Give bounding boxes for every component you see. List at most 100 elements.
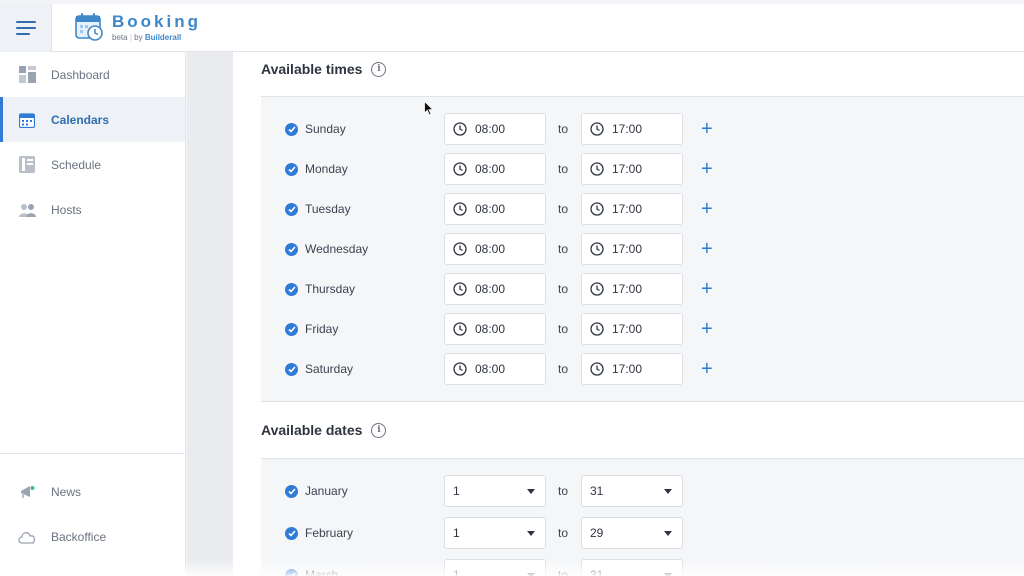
end-time-input[interactable]: 17:00 xyxy=(581,233,683,265)
start-time-input[interactable]: 08:00 xyxy=(444,233,546,265)
end-time-input[interactable]: 17:00 xyxy=(581,273,683,305)
add-time-button[interactable]: + xyxy=(701,159,713,179)
end-time-input[interactable]: 17:00 xyxy=(581,313,683,345)
booking-logo-icon xyxy=(75,13,103,41)
start-time-input[interactable]: 08:00 xyxy=(444,313,546,345)
sidebar-item-label: Backoffice xyxy=(51,529,107,544)
day-label: Saturday xyxy=(305,362,354,376)
date-row: January 1 to 31 xyxy=(285,475,735,507)
time-row: Sunday 08:00 to 17:00 + xyxy=(285,113,735,145)
start-time-input[interactable]: 08:00 xyxy=(444,353,546,385)
app-logo[interactable]: Booking beta | by Builderall xyxy=(74,12,201,42)
start-time-value: 08:00 xyxy=(475,162,506,176)
add-time-button[interactable]: + xyxy=(701,119,713,139)
add-time-button[interactable]: + xyxy=(701,319,713,339)
day-checkbox[interactable] xyxy=(285,322,298,336)
app-title: Booking xyxy=(112,11,201,31)
start-day-select[interactable]: 1 xyxy=(444,475,546,507)
start-time-input[interactable]: 08:00 xyxy=(444,153,546,185)
top-bar: Booking beta | by Builderall xyxy=(0,0,1024,52)
month-checkbox[interactable] xyxy=(285,526,298,540)
sidebar: Dashboard Calendars Schedule Hosts News … xyxy=(0,52,186,576)
main-content: Available times i Sunday 08:00 to 17:00 + Mon… xyxy=(233,52,1024,576)
start-time-input[interactable]: 08:00 xyxy=(444,193,546,225)
section-divider xyxy=(261,401,1024,402)
add-time-button[interactable]: + xyxy=(701,279,713,299)
day-checkbox[interactable] xyxy=(285,362,298,376)
hamburger-icon xyxy=(15,21,36,35)
start-time-value: 08:00 xyxy=(475,122,506,136)
available-dates-header: Available dates i xyxy=(261,422,387,438)
caret-down-icon xyxy=(664,531,672,536)
date-row: February 1 to 29 xyxy=(285,517,735,549)
start-day-select[interactable]: 1 xyxy=(444,559,546,576)
start-day-select[interactable]: 1 xyxy=(444,517,546,549)
available-times-title: Available times xyxy=(261,61,363,77)
to-label: to xyxy=(558,122,569,136)
end-time-input[interactable]: 17:00 xyxy=(581,353,683,385)
end-time-value: 17:00 xyxy=(612,202,643,216)
sidebar-divider xyxy=(0,453,185,454)
day-checkbox[interactable] xyxy=(285,162,298,176)
end-day-select[interactable]: 29 xyxy=(581,517,683,549)
clock-icon xyxy=(453,202,467,216)
news-icon xyxy=(18,483,36,501)
add-time-button[interactable]: + xyxy=(701,239,713,259)
clock-icon xyxy=(453,162,467,176)
end-time-input[interactable]: 17:00 xyxy=(581,113,683,145)
day-checkbox[interactable] xyxy=(285,202,298,216)
clock-icon xyxy=(590,242,604,256)
end-day-select[interactable]: 31 xyxy=(581,475,683,507)
day-checkbox[interactable] xyxy=(285,122,298,136)
sidebar-item-backoffice[interactable]: Backoffice xyxy=(0,514,185,559)
start-time-value: 08:00 xyxy=(475,322,506,336)
day-checkbox[interactable] xyxy=(285,242,298,256)
sidebar-item-label: Schedule xyxy=(51,157,102,172)
end-day-select[interactable]: 31 xyxy=(581,559,683,576)
clock-icon xyxy=(453,322,467,336)
time-row: Tuesday 08:00 to 17:00 + xyxy=(285,193,735,225)
day-checkbox[interactable] xyxy=(285,282,298,296)
add-time-button[interactable]: + xyxy=(701,199,713,219)
calendar-icon xyxy=(18,111,36,129)
sidebar-item-dashboard[interactable]: Dashboard xyxy=(0,52,185,97)
end-time-value: 17:00 xyxy=(612,122,643,136)
day-label: Wednesday xyxy=(305,242,369,256)
start-time-input[interactable]: 08:00 xyxy=(444,273,546,305)
sidebar-item-hosts[interactable]: Hosts xyxy=(0,187,185,232)
month-checkbox[interactable] xyxy=(285,568,298,576)
info-icon[interactable]: i xyxy=(371,422,387,438)
end-day-value: 31 xyxy=(590,484,604,498)
add-time-button[interactable]: + xyxy=(701,359,713,379)
start-time-input[interactable]: 08:00 xyxy=(444,113,546,145)
to-label: to xyxy=(558,282,569,296)
beta-label: beta xyxy=(112,32,128,42)
info-icon[interactable]: i xyxy=(371,61,387,77)
start-day-value: 1 xyxy=(453,568,460,576)
menu-toggle-button[interactable] xyxy=(0,4,52,52)
end-day-value: 31 xyxy=(590,568,604,576)
time-row: Monday 08:00 to 17:00 + xyxy=(285,153,735,185)
clock-icon xyxy=(453,122,467,136)
sidebar-item-calendars[interactable]: Calendars xyxy=(0,97,185,142)
time-row: Friday 08:00 to 17:00 + xyxy=(285,313,735,345)
end-time-input[interactable]: 17:00 xyxy=(581,193,683,225)
sidebar-item-schedule[interactable]: Schedule xyxy=(0,142,185,187)
to-label: to xyxy=(558,202,569,216)
month-label: February xyxy=(305,526,354,540)
start-time-value: 08:00 xyxy=(475,202,506,216)
end-time-value: 17:00 xyxy=(612,362,643,376)
time-row: Wednesday 08:00 to 17:00 + xyxy=(285,233,735,265)
start-day-value: 1 xyxy=(453,526,460,540)
day-label: Friday xyxy=(305,322,339,336)
brand-label: Builderall xyxy=(144,32,182,42)
to-label: to xyxy=(558,322,569,336)
to-label: to xyxy=(558,568,569,576)
end-time-input[interactable]: 17:00 xyxy=(581,153,683,185)
available-dates-title: Available dates xyxy=(261,422,363,438)
sidebar-item-news[interactable]: News xyxy=(0,469,185,514)
schedule-icon xyxy=(18,156,36,174)
clock-icon xyxy=(590,122,604,136)
month-checkbox[interactable] xyxy=(285,484,298,498)
month-label: March xyxy=(305,568,339,576)
